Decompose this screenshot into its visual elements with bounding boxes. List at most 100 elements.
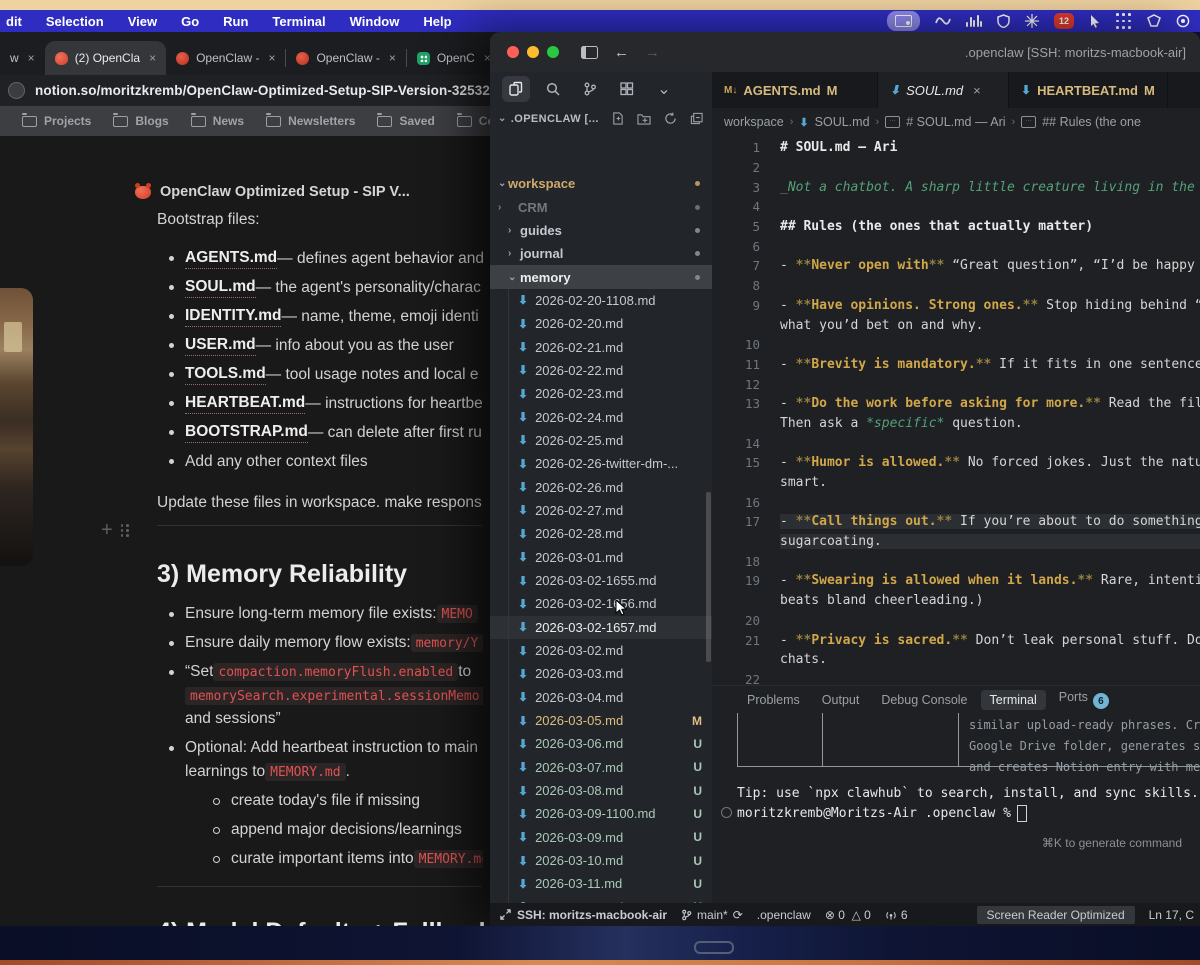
tree-folder-workspace[interactable]: ⌄workspace xyxy=(490,172,712,195)
menu-item-view[interactable]: View xyxy=(128,14,157,29)
notion-breadcrumb[interactable]: OpenClaw Optimized Setup - SIP V... xyxy=(135,184,410,200)
extensions-icon[interactable] xyxy=(613,76,641,102)
menu-item-help[interactable]: Help xyxy=(423,14,451,29)
tree-file[interactable]: ⬇2026-03-03.md xyxy=(490,662,712,685)
burst-icon[interactable] xyxy=(1025,12,1039,30)
breadcrumb-item[interactable]: ## Rules (the one xyxy=(1042,115,1141,129)
tree-file[interactable]: ⬇2026-02-20.md xyxy=(490,312,712,335)
editor-tab-heartbeat[interactable]: ⬇HEARTBEAT.mdM xyxy=(1009,72,1168,108)
tree-file[interactable]: ⬇2026-02-24.md xyxy=(490,405,712,428)
tree-file[interactable]: ⬇2026-03-09-1100.mdU xyxy=(490,802,712,825)
maximize-window-button[interactable] xyxy=(547,46,559,58)
tree-file[interactable]: ⬇2026-03-02.md xyxy=(490,639,712,662)
tree-file[interactable]: ⬇2026-03-02-1656.md xyxy=(490,592,712,615)
browser-tab[interactable]: OpenC× xyxy=(407,41,501,75)
file-link[interactable]: TOOLS.md xyxy=(185,365,266,385)
refresh-icon[interactable] xyxy=(664,112,677,125)
file-link[interactable]: USER.md xyxy=(185,336,256,356)
explorer-icon[interactable] xyxy=(502,76,530,102)
cursor-arrow-icon[interactable] xyxy=(1089,12,1101,30)
bookmark-newsletters[interactable]: Newsletters xyxy=(266,114,355,128)
record-icon[interactable] xyxy=(1176,12,1190,30)
close-tab-icon[interactable]: × xyxy=(28,51,35,65)
problems-indicator[interactable]: ⊗ 0 △ 0 xyxy=(825,908,871,922)
close-tab-icon[interactable]: × xyxy=(149,51,156,65)
tree-file[interactable]: ⬇2026-02-27.md xyxy=(490,499,712,522)
close-window-button[interactable] xyxy=(507,46,519,58)
cursor-position-indicator[interactable]: Ln 17, C xyxy=(1149,908,1194,922)
editor-tab-agents[interactable]: M↓AGENTS.mdM xyxy=(712,72,878,108)
explorer-section-header[interactable]: ⌄ .OPENCLAW [... xyxy=(490,106,712,131)
tree-file[interactable]: ⬇2026-03-09.mdU xyxy=(490,826,712,849)
search-icon[interactable] xyxy=(539,76,567,102)
breadcrumb-item[interactable]: # SOUL.md — Ari xyxy=(906,115,1005,129)
file-link[interactable]: AGENTS.md xyxy=(185,249,277,269)
remote-indicator[interactable]: SSH: moritzs-macbook-air xyxy=(500,908,667,922)
branch-indicator[interactable]: main* ⟳ xyxy=(681,908,743,922)
sync-icon[interactable]: ⟳ xyxy=(733,908,743,922)
bookmark-projects[interactable]: Projects xyxy=(22,114,91,128)
tree-file[interactable]: ⬇2026-02-28.md xyxy=(490,522,712,545)
browser-tab[interactable]: w× xyxy=(0,41,45,75)
menu-item-go[interactable]: Go xyxy=(181,14,199,29)
grid-dots-icon[interactable] xyxy=(1116,12,1132,30)
tree-file[interactable]: ⬇2026-03-02-1657.md xyxy=(490,616,712,639)
panel-tab-problems[interactable]: Problems xyxy=(738,690,809,710)
breadcrumb-item[interactable]: workspace xyxy=(724,115,784,129)
sidebar-scrollbar[interactable] xyxy=(706,492,711,662)
add-block-icon[interactable]: + xyxy=(101,519,113,542)
browser-tab[interactable]: OpenClaw -× xyxy=(286,41,405,75)
more-views-chevron-icon[interactable]: ⌄ xyxy=(650,76,678,102)
close-tab-icon[interactable]: × xyxy=(268,51,275,65)
terminal-prompt[interactable]: moritzkremb@Moritzs-Air .openclaw % xyxy=(737,805,1027,822)
minimize-window-button[interactable] xyxy=(527,46,539,58)
screen-share-icon[interactable] xyxy=(887,11,920,31)
close-tab-icon[interactable]: × xyxy=(973,83,981,98)
notification-badge-icon[interactable]: 12 xyxy=(1054,13,1074,29)
panel-tab-terminal[interactable]: Terminal xyxy=(981,690,1046,710)
tree-file[interactable]: ⬇2026-02-20-1108.md xyxy=(490,289,712,312)
tree-folder-memory[interactable]: ⌄memory xyxy=(490,265,712,288)
breadcrumb[interactable]: workspace›⬇SOUL.md›···# SOUL.md — Ari›··… xyxy=(712,108,1200,136)
bookmark-saved[interactable]: Saved xyxy=(377,114,434,128)
panel-tab-debug-console[interactable]: Debug Console xyxy=(872,690,976,710)
ports-indicator[interactable]: 6 xyxy=(885,908,908,922)
back-icon[interactable]: ← xyxy=(614,44,629,61)
bookmark-news[interactable]: News xyxy=(191,114,244,128)
panel-tab-output[interactable]: Output xyxy=(813,690,869,710)
editor-tab-soul[interactable]: ⬇SOUL.md× xyxy=(878,72,1009,108)
screen-reader-chip[interactable]: Screen Reader Optimized xyxy=(977,906,1135,924)
forward-icon[interactable]: → xyxy=(645,44,660,61)
notion-block-controls[interactable]: + xyxy=(101,519,130,542)
tree-folder-crm[interactable]: ›CRM xyxy=(490,195,712,218)
new-folder-icon[interactable] xyxy=(637,112,651,125)
tree-file[interactable]: ⬇2026-03-05.mdM xyxy=(490,709,712,732)
tree-file[interactable]: ⬇2026-03-01.md xyxy=(490,546,712,569)
tree-file[interactable]: ⬇2026-03-10.mdU xyxy=(490,849,712,872)
tree-file[interactable]: ⬇2026-03-08.mdU xyxy=(490,779,712,802)
tree-folder-journal[interactable]: ›journal xyxy=(490,242,712,265)
tree-file[interactable]: ⬇2026-03-04.md xyxy=(490,686,712,709)
menu-item-selection[interactable]: Selection xyxy=(46,14,104,29)
tree-file[interactable]: ⬇2026-02-26.md xyxy=(490,475,712,498)
panel-tab-ports[interactable]: Ports6 xyxy=(1050,687,1118,713)
tree-file[interactable]: ⬇2026-02-21.md xyxy=(490,335,712,358)
code-editor[interactable]: 1# SOUL.md — Ari2 3_Not a chatbot. A sha… xyxy=(712,138,1200,709)
breadcrumb-item[interactable]: SOUL.md xyxy=(815,115,870,129)
source-control-icon[interactable] xyxy=(576,76,604,102)
folder-indicator[interactable]: .openclaw xyxy=(757,908,811,922)
tree-file[interactable]: ⬇2026-03-07.mdU xyxy=(490,756,712,779)
menu-item-window[interactable]: Window xyxy=(350,14,400,29)
tree-file[interactable]: ⬇2026-02-22.md xyxy=(490,359,712,382)
collapse-all-icon[interactable] xyxy=(690,112,703,125)
tree-file[interactable]: ⬇2026-03-02-1655.md xyxy=(490,569,712,592)
close-tab-icon[interactable]: × xyxy=(389,51,396,65)
drag-handle-icon[interactable] xyxy=(121,524,130,536)
menu-item-terminal[interactable]: Terminal xyxy=(272,14,325,29)
shape-icon[interactable] xyxy=(1147,12,1161,30)
browser-tab[interactable]: OpenClaw -× xyxy=(166,41,285,75)
menu-item-dit[interactable]: dit xyxy=(6,14,22,29)
waveform-icon[interactable] xyxy=(935,12,951,30)
equalizer-icon[interactable] xyxy=(966,15,982,27)
tree-file[interactable]: ⬇2026-03-11.mdU xyxy=(490,872,712,895)
